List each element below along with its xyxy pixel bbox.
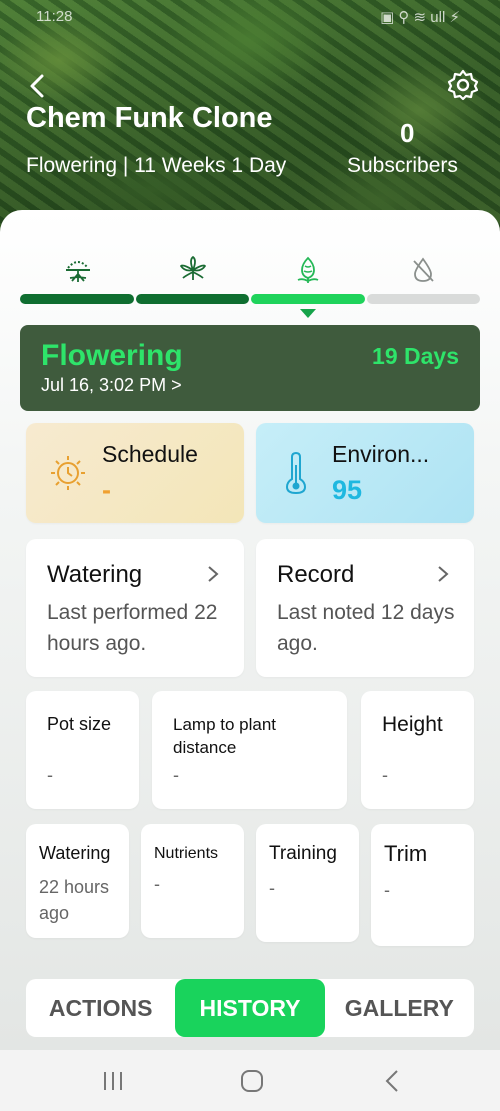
recent-apps-icon[interactable]	[100, 1068, 126, 1094]
lamp-distance-card[interactable]: Lamp to plant distance -	[152, 691, 347, 809]
tab-actions[interactable]: ACTIONS	[26, 979, 175, 1037]
stage-date: Jul 16, 3:02 PM >	[41, 375, 182, 395]
environment-card[interactable]: Environ... 95	[256, 423, 474, 523]
pot-size-card[interactable]: Pot size -	[26, 691, 139, 809]
subscribers-count[interactable]: 0	[400, 118, 414, 149]
thermometer-icon	[285, 451, 307, 495]
height-value: -	[382, 765, 388, 785]
nutrients-value: -	[154, 874, 160, 894]
current-stage-card[interactable]: Flowering 19 Days Jul 16, 3:02 PM >	[20, 325, 480, 411]
subscribers-label[interactable]: Subscribers	[347, 154, 458, 178]
nutrients-card[interactable]: Nutrients -	[141, 824, 244, 938]
training-value: -	[269, 878, 275, 898]
trim-card[interactable]: Trim -	[371, 824, 474, 946]
training-card[interactable]: Training -	[256, 824, 359, 942]
drying-icon	[412, 257, 434, 282]
current-stage-marker	[300, 309, 316, 318]
chevron-right-icon	[438, 566, 449, 582]
status-time: 11:28	[36, 8, 73, 25]
tab-gallery[interactable]: GALLERY	[325, 979, 474, 1037]
stage-icons	[20, 252, 480, 288]
progress-segment	[251, 294, 365, 304]
plant-subtitle: Flowering | 11 Weeks 1 Day	[26, 154, 287, 177]
bottom-tabs: ACTIONS HISTORY GALLERY	[26, 979, 474, 1037]
plant-title: Chem Funk Clone	[26, 102, 273, 134]
schedule-value: -	[102, 475, 111, 505]
watering-card[interactable]: Watering Last performed 22 hours ago.	[26, 539, 244, 677]
watering-stat-label: Watering	[39, 843, 111, 863]
back-nav-icon[interactable]	[380, 1068, 406, 1094]
status-bar: 11:28 ▣ ⚲ ≋ ull ⚡	[36, 8, 460, 30]
watering-stat-value: 22 hours ago	[39, 877, 110, 923]
progress-segment	[135, 294, 249, 304]
watering-card-desc: Last performed 22 hours ago.	[47, 601, 218, 655]
trim-label: Trim	[384, 841, 428, 866]
environment-label: Environ...	[332, 441, 430, 467]
status-icons: ▣ ⚲ ≋ ull ⚡	[380, 9, 460, 26]
back-button[interactable]	[24, 72, 52, 100]
system-nav-bar	[0, 1050, 500, 1111]
schedule-label: Schedule	[102, 441, 198, 467]
schedule-card[interactable]: Schedule -	[26, 423, 244, 523]
chevron-right-icon	[208, 566, 219, 582]
home-icon[interactable]	[239, 1068, 265, 1094]
stage-flowering[interactable]	[250, 252, 365, 288]
stage-vegetative[interactable]	[135, 252, 250, 288]
sun-clock-icon	[51, 456, 85, 490]
watering-stat-card[interactable]: Watering 22 hours ago	[26, 824, 129, 938]
lamp-distance-value: -	[173, 765, 179, 785]
trim-value: -	[384, 880, 390, 900]
stage-days: 19 Days	[372, 343, 459, 369]
tab-history[interactable]: HISTORY	[175, 979, 325, 1037]
training-label: Training	[269, 843, 337, 864]
stage-name: Flowering	[41, 339, 183, 372]
height-card[interactable]: Height -	[361, 691, 474, 809]
watering-card-label: Watering	[47, 561, 143, 588]
pot-size-value: -	[47, 765, 53, 785]
germination-icon	[65, 261, 90, 282]
pot-size-label: Pot size	[47, 714, 112, 734]
record-card-desc: Last noted 12 days ago.	[277, 601, 455, 655]
height-label: Height	[382, 713, 443, 736]
stage-drying[interactable]	[365, 252, 480, 288]
environment-value: 95	[332, 475, 363, 505]
record-card-label: Record	[277, 561, 355, 588]
chevron-left-icon	[30, 74, 44, 98]
settings-button[interactable]	[446, 68, 480, 102]
lamp-distance-label: Lamp to plant distance	[173, 715, 277, 757]
nutrients-label: Nutrients	[154, 845, 219, 862]
progress-segment	[20, 294, 134, 304]
gear-icon	[447, 69, 479, 101]
stage-progress	[20, 294, 480, 304]
record-card[interactable]: Record Last noted 12 days ago.	[256, 539, 474, 677]
flowering-icon	[297, 256, 318, 283]
progress-segment	[366, 294, 480, 304]
vegetative-icon	[179, 256, 206, 280]
stage-germination[interactable]	[20, 252, 135, 288]
